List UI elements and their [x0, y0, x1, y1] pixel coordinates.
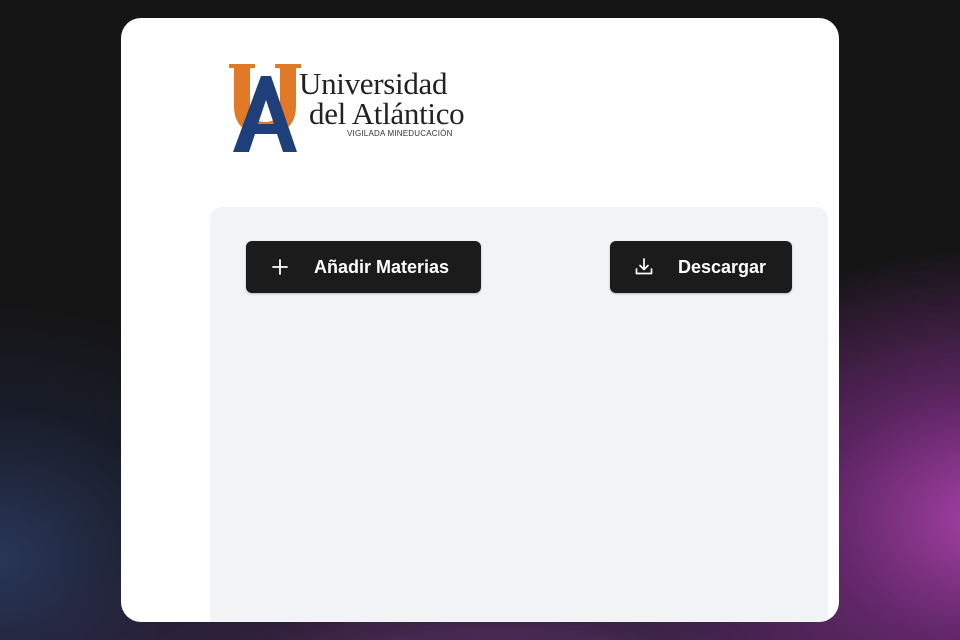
app-window: Universidad del Atlántico VIGILADA MINED…: [121, 18, 839, 622]
add-subjects-label: Añadir Materias: [314, 256, 450, 277]
add-subjects-button[interactable]: Añadir Materias: [246, 241, 481, 293]
university-logo-mark: [229, 64, 301, 152]
download-button[interactable]: Descargar: [610, 241, 792, 293]
university-logo: Universidad del Atlántico VIGILADA MINED…: [227, 56, 477, 152]
download-icon: [634, 257, 654, 277]
plus-icon: [270, 257, 290, 277]
logo-line-1: Universidad: [299, 66, 448, 101]
download-label: Descargar: [678, 256, 767, 277]
logo-line-2: del Atlántico: [309, 96, 465, 131]
logo-tagline: VIGILADA MINEDUCACIÓN: [347, 129, 453, 138]
content-panel: Añadir Materias Descargar: [210, 207, 828, 622]
